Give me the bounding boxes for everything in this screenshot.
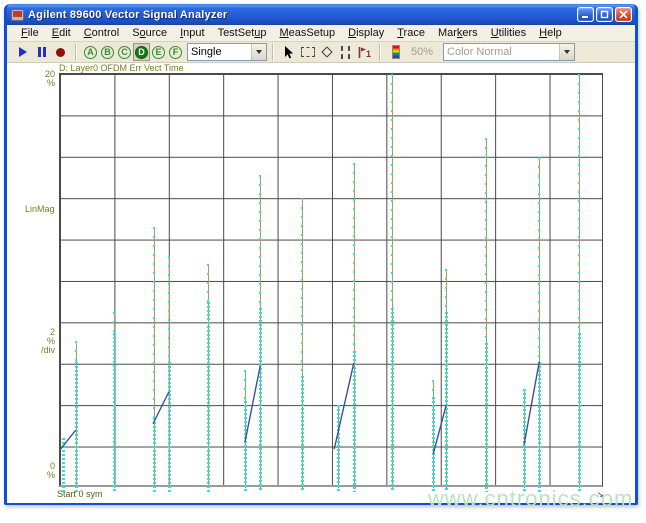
title-bar[interactable]: Agilent 89600 Vector Signal Analyzer (7, 4, 635, 25)
menu-item-utilities[interactable]: Utilities (485, 26, 532, 40)
band-marker-tool-button[interactable] (336, 43, 355, 61)
menu-item-display[interactable]: Display (342, 26, 390, 40)
menu-item-help[interactable]: Help (533, 26, 568, 40)
trace-letter: A (84, 45, 97, 59)
trace-title: D: Layer0 OFDM Err Vect Time (59, 63, 184, 73)
trace-button-d[interactable]: D (133, 43, 150, 61)
marquee-icon (300, 47, 315, 57)
toolbar-separator (272, 43, 274, 61)
record-button[interactable] (51, 43, 70, 61)
menu-item-trace[interactable]: Trace (391, 26, 431, 40)
trace-segment (59, 429, 77, 451)
trace-segment (152, 391, 170, 425)
diamond-marker-icon (320, 46, 333, 58)
y-axis-per-div-suffix: /div (40, 345, 55, 355)
measurement-mode-select[interactable]: Single (187, 43, 267, 61)
trace-letter: C (118, 45, 131, 59)
pointer-tool-button[interactable] (279, 43, 298, 61)
trace-button-group: ABCDEF (82, 43, 184, 61)
chart-client-area: D: Layer0 OFDM Err Vect Time 20 % LinMag… (7, 63, 635, 503)
trace-segment (333, 362, 355, 450)
window-title: Agilent 89600 Vector Signal Analyzer (28, 8, 228, 21)
marker-tool-button[interactable] (317, 43, 336, 61)
plot-area[interactable] (59, 73, 603, 493)
menu-item-markers[interactable]: Markers (432, 26, 484, 40)
svg-text:1: 1 (366, 49, 371, 59)
measurement-mode-value: Single (191, 46, 222, 58)
menu-bar: File Edit Control Source Input TestSetup MeasS… (7, 25, 635, 42)
minimize-button[interactable] (577, 7, 594, 22)
app-icon (11, 8, 24, 21)
close-button[interactable] (615, 7, 632, 22)
offset-marker-tool-button[interactable]: 1 (355, 43, 374, 61)
app-window: Agilent 89600 Vector Signal Analyzer Fil… (4, 4, 638, 505)
menu-item-file[interactable]: File (15, 26, 45, 40)
trace-letter: B (101, 45, 114, 59)
trace-button-b[interactable]: B (99, 43, 116, 61)
menu-item-source[interactable]: Source (126, 26, 173, 40)
zoom-level-label: 50% (411, 46, 434, 58)
page: Agilent 89600 Vector Signal Analyzer Fil… (0, 0, 646, 523)
chevron-down-icon[interactable] (559, 44, 575, 60)
menu-item-control[interactable]: Control (78, 26, 125, 40)
offset-marker-icon: 1 (358, 46, 371, 59)
trace-letter: F (169, 45, 182, 59)
trace-button-a[interactable]: A (82, 43, 99, 61)
trace-button-e[interactable]: E (150, 43, 167, 61)
zoom-select-tool-button[interactable] (298, 43, 317, 61)
colorbar-icon (391, 45, 400, 59)
trace-segment (244, 365, 261, 443)
menu-item-testsetup[interactable]: TestSetup (212, 26, 273, 40)
restore-button[interactable] (596, 7, 613, 22)
pointer-icon (283, 45, 294, 59)
color-mode-value: Color Normal (447, 46, 512, 58)
play-icon (18, 47, 27, 57)
y-axis-format-label: LinMag (25, 204, 55, 214)
toolbar-separator (379, 43, 381, 61)
trace-button-f[interactable]: F (167, 43, 184, 61)
menu-item-edit[interactable]: Edit (46, 26, 77, 40)
play-button[interactable] (13, 43, 32, 61)
trace-segments (59, 361, 540, 455)
record-icon (56, 47, 65, 57)
watermark: www.cntronics.com (428, 486, 634, 511)
pause-icon (37, 47, 46, 57)
band-markers-icon (341, 45, 350, 59)
trace-button-c[interactable]: C (116, 43, 133, 61)
y-axis-bottom-unit: % (46, 470, 55, 480)
chevron-down-icon[interactable] (251, 44, 266, 60)
trace-letter: D (135, 45, 148, 59)
trace-letter: E (152, 45, 165, 59)
color-mode-select[interactable]: Color Normal (443, 43, 576, 61)
trace-segment (523, 361, 540, 446)
pause-button[interactable] (32, 43, 51, 61)
toolbar: ABCDEF Single 1 50% Color Normal (7, 42, 635, 63)
menu-item-input[interactable]: Input (174, 26, 210, 40)
y-axis-top-unit: % (46, 78, 55, 88)
toolbar-separator (75, 43, 77, 61)
color-scale-button[interactable] (386, 43, 405, 61)
trace-segment (432, 405, 447, 455)
menu-item-meassetup[interactable]: MeasSetup (274, 26, 342, 40)
